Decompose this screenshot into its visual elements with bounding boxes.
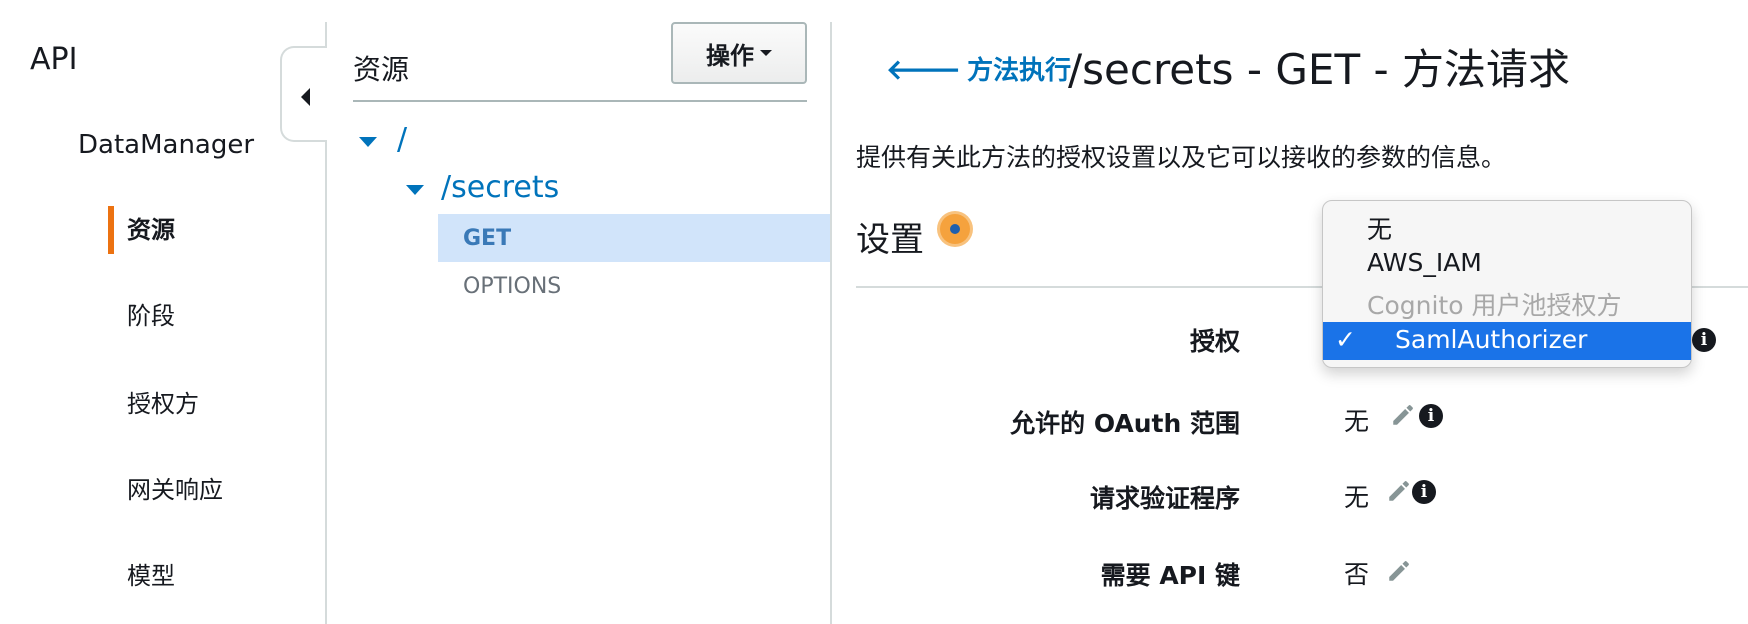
collapse-nav-button[interactable] — [280, 46, 327, 142]
checkmark-icon: ✓ — [1335, 325, 1356, 354]
caret-down-icon — [760, 50, 772, 56]
authorization-label: 授权 — [1189, 327, 1240, 356]
dropdown-option-label: SamlAuthorizer — [1395, 325, 1588, 354]
api-key-required-label: 需要 API 键 — [1100, 561, 1240, 590]
authorization-info-icon[interactable]: i — [1692, 328, 1716, 352]
request-validator-value: 无 — [1344, 483, 1370, 512]
expand-secrets-icon[interactable] — [406, 185, 424, 195]
pencil-icon[interactable] — [1386, 478, 1412, 504]
resources-title: 资源 — [353, 53, 410, 86]
expand-root-icon[interactable] — [359, 137, 377, 147]
authorization-dropdown-menu[interactable]: 无 AWS_IAM Cognito 用户池授权方 ✓ SamlAuthorize… — [1322, 200, 1692, 368]
nav-item-models[interactable]: 模型 — [127, 556, 175, 591]
oauth-scopes-label: 允许的 OAuth 范围 — [1010, 409, 1240, 438]
tree-method-options[interactable]: OPTIONS — [463, 274, 561, 299]
arrow-left-icon: 🡐 — [886, 52, 962, 86]
pencil-icon[interactable] — [1386, 558, 1412, 584]
back-to-method-execution-link[interactable]: 🡐 方法执行 — [886, 50, 1071, 87]
dropdown-option-cognito: Cognito 用户池授权方 — [1323, 283, 1691, 320]
dropdown-option-label: Cognito 用户池授权方 — [1367, 291, 1622, 320]
back-link-label: 方法执行 — [967, 56, 1072, 86]
nav-item-authorizers[interactable]: 授权方 — [127, 384, 199, 419]
dropdown-option-saml-authorizer[interactable]: ✓ SamlAuthorizer — [1323, 322, 1691, 360]
page-title: /secrets - GET - 方法请求 — [1068, 45, 1570, 94]
oauth-info-icon[interactable]: i — [1419, 404, 1443, 428]
tree-secrets-resource[interactable]: /secrets — [441, 170, 559, 205]
settings-status-indicator-icon — [940, 214, 970, 244]
settings-heading: 设置 — [856, 220, 924, 260]
nav-api-label: API — [30, 42, 78, 77]
tree-method-get[interactable]: GET — [463, 226, 511, 251]
api-gateway-console: API DataManager 资源 阶段 授权方 网关响应 模型 资源 操作 … — [0, 0, 1748, 624]
oauth-scopes-value: 无 — [1344, 407, 1370, 436]
actions-button-label: 操作 — [706, 41, 754, 70]
nav-active-indicator — [108, 206, 114, 254]
request-validator-label: 请求验证程序 — [1089, 484, 1240, 513]
request-validator-info-icon[interactable]: i — [1412, 480, 1436, 504]
pencil-icon[interactable] — [1390, 402, 1416, 428]
nav-item-stages[interactable]: 阶段 — [127, 296, 175, 331]
nav-api-name[interactable]: DataManager — [78, 130, 254, 160]
dropdown-option-none[interactable]: 无 — [1323, 207, 1691, 244]
dropdown-option-label: AWS_IAM — [1367, 248, 1482, 277]
left-nav: API DataManager 资源 阶段 授权方 网关响应 模型 — [0, 0, 326, 624]
dropdown-option-label: 无 — [1367, 215, 1393, 244]
nav-item-gateway-responses[interactable]: 网关响应 — [127, 470, 223, 505]
caret-left-icon — [301, 88, 310, 106]
resources-divider — [353, 100, 807, 102]
page-description: 提供有关此方法的授权设置以及它可以接收的参数的信息。 — [856, 143, 1507, 172]
actions-button[interactable]: 操作 — [671, 22, 807, 84]
tree-root-resource[interactable]: / — [397, 122, 407, 157]
api-key-required-value: 否 — [1344, 560, 1370, 589]
resources-panel: 资源 操作 / /secrets GET OPTIONS — [327, 0, 831, 624]
dropdown-option-aws-iam[interactable]: AWS_IAM — [1323, 245, 1691, 281]
nav-item-resources[interactable]: 资源 — [127, 210, 175, 245]
